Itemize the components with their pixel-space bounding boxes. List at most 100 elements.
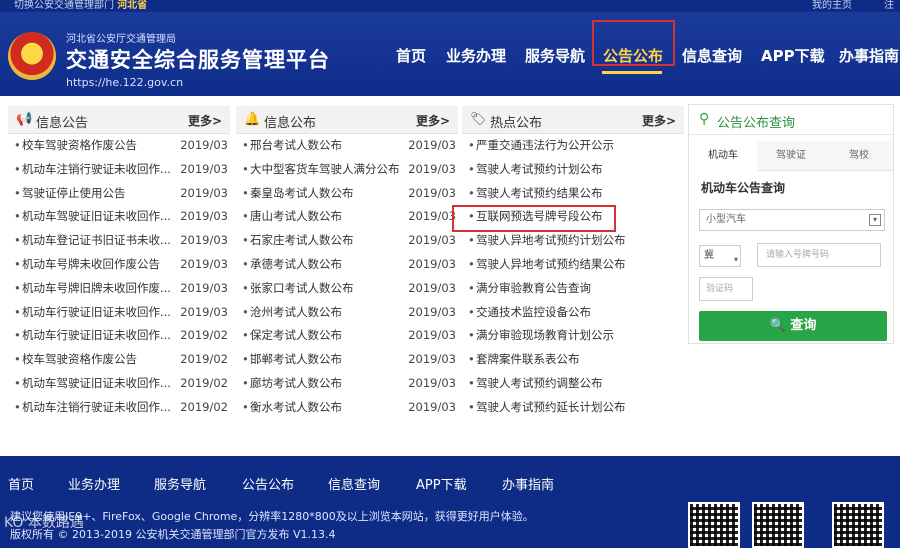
list-item[interactable]: • 驾驶证停止使用公告 2019/03 xyxy=(8,182,230,206)
list-item-title[interactable]: 唐山考试人数公布 xyxy=(250,205,400,229)
list-item[interactable]: • 廊坊考试人数公布 2019/03 xyxy=(236,372,458,396)
list-item[interactable]: • 衡水考试人数公布 2019/03 xyxy=(236,396,458,420)
footer-nav-guide[interactable]: 办事指南 xyxy=(502,474,554,493)
list-item-title[interactable]: 机动车驾驶证旧证未收回作... xyxy=(22,205,172,229)
list-item-title[interactable]: 驾驶人异地考试预约结果公布 xyxy=(476,253,676,277)
list-item-title[interactable]: 邢台考试人数公布 xyxy=(250,134,400,158)
list-item[interactable]: • 秦皇岛考试人数公布 2019/03 xyxy=(236,182,458,206)
list-item[interactable]: • 严重交通违法行为公开公示 xyxy=(462,134,684,158)
footer-nav-announcements[interactable]: 公告公布 xyxy=(242,474,294,493)
list-item-title[interactable]: 机动车号牌旧牌未收回作废... xyxy=(22,277,172,301)
list-item[interactable]: • 邯郸考试人数公布 2019/03 xyxy=(236,348,458,372)
list-item[interactable]: • 机动车驾驶证旧证未收回作... 2019/03 xyxy=(8,205,230,229)
list-item-title[interactable]: 交通技术监控设备公布 xyxy=(476,301,676,325)
list-item[interactable]: • 校车驾驶资格作废公告 2019/02 xyxy=(8,348,230,372)
province-select[interactable]: 冀 ▾ xyxy=(699,245,741,267)
list-item[interactable]: • 满分审验教育公告查询 xyxy=(462,277,684,301)
list-item[interactable]: • 沧州考试人数公布 2019/03 xyxy=(236,301,458,325)
current-province[interactable]: 河北省 xyxy=(117,0,147,11)
list-item-title[interactable]: 衡水考试人数公布 xyxy=(250,396,400,420)
list-item-title[interactable]: 大中型客货车驾驶人满分公布 xyxy=(250,158,400,182)
list-item-title[interactable]: 沧州考试人数公布 xyxy=(250,301,400,325)
list-item[interactable]: • 机动车号牌未收回作废公告 2019/03 xyxy=(8,253,230,277)
list-item[interactable]: • 唐山考试人数公布 2019/03 xyxy=(236,205,458,229)
captcha-input[interactable]: 验证码 xyxy=(699,277,753,301)
list-item[interactable]: • 驾驶人考试预约结果公布 xyxy=(462,182,684,206)
footer-nav-business[interactable]: 业务办理 xyxy=(68,474,120,493)
list-item[interactable]: • 石家庄考试人数公布 2019/03 xyxy=(236,229,458,253)
list-item-title[interactable]: 机动车注销行驶证未收回作... xyxy=(22,158,172,182)
plate-number-input[interactable]: 请输入号牌号码 xyxy=(757,243,881,267)
list-item[interactable]: • 校车驾驶资格作废公告 2019/03 xyxy=(8,134,230,158)
footer-nav-service-guide[interactable]: 服务导航 xyxy=(154,474,206,493)
nav-guide[interactable]: 办事指南 xyxy=(839,45,899,66)
list-item-title[interactable]: 驾驶人考试预约延长计划公布 xyxy=(476,396,676,420)
list-item-title[interactable]: 机动车行驶证旧证未收回作... xyxy=(22,301,172,325)
list-item[interactable]: • 驾驶人考试预约调整公布 xyxy=(462,372,684,396)
list-item[interactable]: • 交通技术监控设备公布 xyxy=(462,301,684,325)
list-item-title[interactable]: 满分审验现场教育计划公示 xyxy=(476,324,676,348)
nav-business[interactable]: 业务办理 xyxy=(446,45,506,66)
list-item[interactable]: • 保定考试人数公布 2019/03 xyxy=(236,324,458,348)
footer-nav-info-query[interactable]: 信息查询 xyxy=(328,474,380,493)
site-title[interactable]: 交通安全综合服务管理平台 xyxy=(66,44,330,74)
list-item-title[interactable]: 邯郸考试人数公布 xyxy=(250,348,400,372)
footer-nav-app-download[interactable]: APP下载 xyxy=(416,474,467,493)
list-item-title[interactable]: 满分审验教育公告查询 xyxy=(476,277,676,301)
list-item[interactable]: • 机动车注销行驶证未收回作... 2019/02 xyxy=(8,396,230,420)
list-item-title[interactable]: 机动车号牌未收回作废公告 xyxy=(22,253,172,277)
vehicle-type-select[interactable]: 小型汽车 ▾ xyxy=(699,209,885,231)
list-item-title[interactable]: 机动车注销行驶证未收回作... xyxy=(22,396,172,420)
list-item[interactable]: • 满分审验现场教育计划公示 xyxy=(462,324,684,348)
more-link[interactable]: 更多> xyxy=(642,112,676,129)
list-item-title[interactable]: 机动车登记证书旧证书未收... xyxy=(22,229,172,253)
list-item[interactable]: • 机动车行驶证旧证未收回作... 2019/02 xyxy=(8,324,230,348)
list-item[interactable]: • 驾驶人考试预约计划公布 xyxy=(462,158,684,182)
list-item[interactable]: • 机动车驾驶证旧证未收回作... 2019/02 xyxy=(8,372,230,396)
more-link[interactable]: 更多> xyxy=(416,112,450,129)
tab-license[interactable]: 驾驶证 xyxy=(757,141,825,171)
switch-department-link[interactable]: 切换公安交通管理部门 xyxy=(14,0,114,11)
nav-app-download[interactable]: APP下载 xyxy=(761,45,825,66)
list-item-title[interactable]: 校车驾驶资格作废公告 xyxy=(22,134,172,158)
nav-service-guide[interactable]: 服务导航 xyxy=(525,45,585,66)
nav-info-query[interactable]: 信息查询 xyxy=(682,45,742,66)
list-item[interactable]: • 机动车行驶证旧证未收回作... 2019/03 xyxy=(8,301,230,325)
list-item-title[interactable]: 石家庄考试人数公布 xyxy=(250,229,400,253)
list-item[interactable]: • 邢台考试人数公布 2019/03 xyxy=(236,134,458,158)
list-item-title[interactable]: 机动车行驶证旧证未收回作... xyxy=(22,324,172,348)
list-item[interactable]: • 驾驶人异地考试预约结果公布 xyxy=(462,253,684,277)
list-item[interactable]: • 套牌案件联系表公布 xyxy=(462,348,684,372)
list-item-title[interactable]: 驾驶人异地考试预约计划公布 xyxy=(476,229,676,253)
list-item-title[interactable]: 秦皇岛考试人数公布 xyxy=(250,182,400,206)
my-homepage-link[interactable]: 我的主页 xyxy=(812,0,852,11)
list-item-title[interactable]: 机动车驾驶证旧证未收回作... xyxy=(22,372,172,396)
query-button[interactable]: 🔍 查询 xyxy=(699,311,887,341)
list-item-title[interactable]: 校车驾驶资格作废公告 xyxy=(22,348,172,372)
list-item-title[interactable]: 驾驶人考试预约调整公布 xyxy=(476,372,676,396)
list-item[interactable]: • 机动车注销行驶证未收回作... 2019/03 xyxy=(8,158,230,182)
list-item[interactable]: • 机动车号牌旧牌未收回作废... 2019/03 xyxy=(8,277,230,301)
list-item[interactable]: • 大中型客货车驾驶人满分公布 2019/03 xyxy=(236,158,458,182)
register-link[interactable]: 注 xyxy=(884,0,894,11)
list-item-title[interactable]: 廊坊考试人数公布 xyxy=(250,372,400,396)
tab-driving-school[interactable]: 驾校 xyxy=(825,141,893,171)
list-item[interactable]: • 驾驶人考试预约延长计划公布 xyxy=(462,396,684,420)
list-item-title[interactable]: 严重交通违法行为公开公示 xyxy=(476,134,676,158)
list-item[interactable]: • 承德考试人数公布 2019/03 xyxy=(236,253,458,277)
list-item[interactable]: • 驾驶人异地考试预约计划公布 xyxy=(462,229,684,253)
tab-vehicle[interactable]: 机动车 xyxy=(689,141,757,171)
list-item-title[interactable]: 驾驶人考试预约计划公布 xyxy=(476,158,676,182)
nav-home[interactable]: 首页 xyxy=(396,45,426,66)
list-item-title[interactable]: 承德考试人数公布 xyxy=(250,253,400,277)
list-item-title[interactable]: 驾驶人考试预约结果公布 xyxy=(476,182,676,206)
list-item-title[interactable]: 张家口考试人数公布 xyxy=(250,277,400,301)
list-item-title[interactable]: 保定考试人数公布 xyxy=(250,324,400,348)
list-item[interactable]: • 张家口考试人数公布 2019/03 xyxy=(236,277,458,301)
list-item-title[interactable]: 驾驶证停止使用公告 xyxy=(22,182,172,206)
more-link[interactable]: 更多> xyxy=(188,112,222,129)
footer-nav-home[interactable]: 首页 xyxy=(8,474,34,493)
list-item-title[interactable]: 套牌案件联系表公布 xyxy=(476,348,676,372)
list-item[interactable]: • 机动车登记证书旧证书未收... 2019/03 xyxy=(8,229,230,253)
top-bar-left[interactable]: 切换公安交通管理部门 河北省 xyxy=(14,0,147,11)
